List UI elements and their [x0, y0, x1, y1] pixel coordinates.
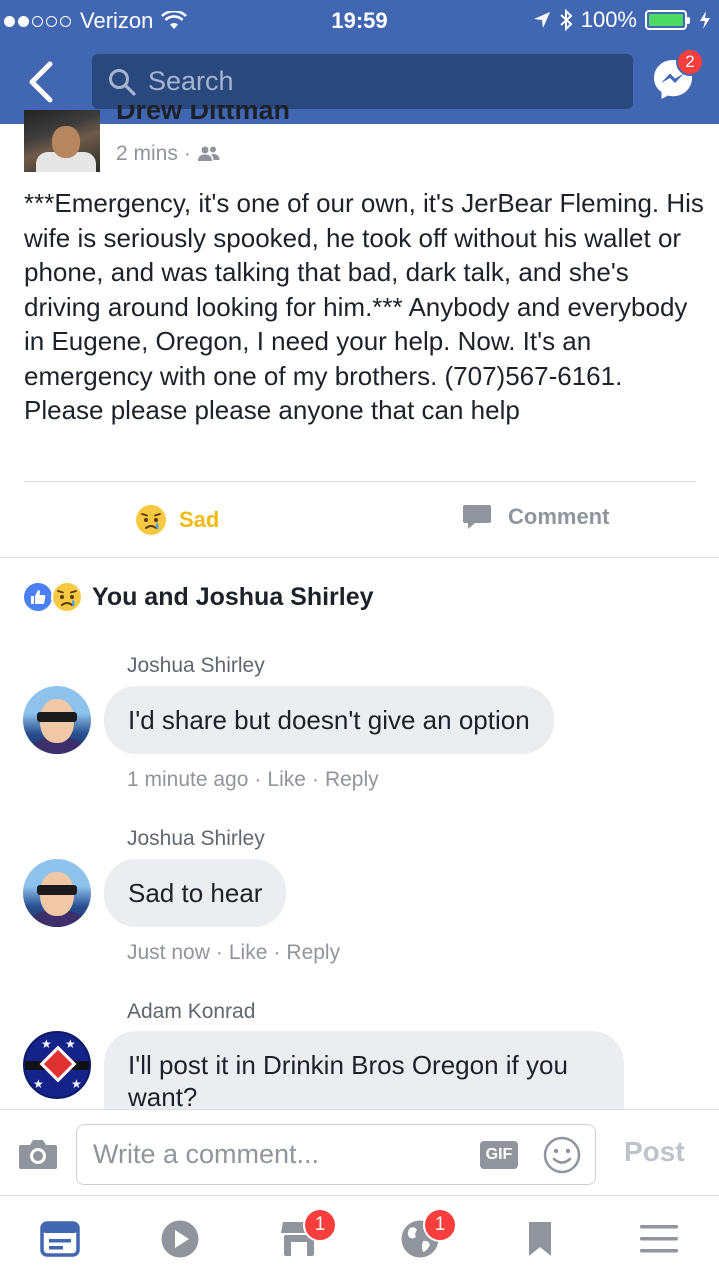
- reactions-names: You and Joshua Shirley: [92, 582, 374, 611]
- comment-button[interactable]: Comment: [462, 503, 609, 531]
- status-bar: Verizon 19:59 100%: [0, 0, 719, 40]
- location-arrow-icon: [533, 12, 550, 28]
- tab-video[interactable]: [157, 1216, 203, 1262]
- search-input[interactable]: Search: [92, 54, 633, 109]
- comment-author[interactable]: Joshua Shirley: [127, 827, 265, 851]
- divider: [0, 557, 719, 558]
- comment-like-link[interactable]: Like: [267, 768, 306, 792]
- post-comment-button[interactable]: Post: [624, 1136, 685, 1168]
- comment-meta: 1 minute ago · Like · Reply: [127, 768, 379, 792]
- comment-meta: Just now · Like · Reply: [127, 941, 340, 965]
- camera-button[interactable]: [18, 1138, 58, 1175]
- marketplace-badge: 1: [303, 1208, 337, 1242]
- friends-icon: [197, 146, 220, 161]
- commenter-avatar[interactable]: [23, 686, 91, 754]
- sticker-smiley-icon[interactable]: [542, 1135, 582, 1175]
- meta-separator: ·: [273, 941, 281, 964]
- meta-separator: ·: [254, 768, 262, 791]
- meta-separator: ·: [215, 941, 223, 964]
- back-icon: [29, 61, 53, 103]
- tab-menu[interactable]: [636, 1216, 682, 1262]
- battery-percent: 100%: [580, 7, 637, 32]
- comment-input[interactable]: Write a comment... GIF: [76, 1124, 596, 1185]
- notifications-badge: 1: [423, 1208, 457, 1242]
- divider: [24, 481, 696, 482]
- tab-saved[interactable]: [517, 1216, 563, 1262]
- status-right: 100%: [533, 7, 711, 33]
- comment-reply-link[interactable]: Reply: [286, 941, 340, 965]
- comment-like-link[interactable]: Like: [229, 941, 268, 965]
- search-placeholder: Search: [148, 66, 234, 96]
- comment-author[interactable]: Adam Konrad: [127, 1000, 255, 1024]
- tab-bar: 1 1: [0, 1196, 719, 1280]
- comment-bubble: Sad to hear: [104, 859, 287, 927]
- post-author-avatar[interactable]: [24, 110, 100, 172]
- post-meta: 2 mins ·: [116, 142, 221, 166]
- comment-bubble: I'd share but doesn't give an option: [104, 686, 554, 754]
- charging-bolt-icon: [700, 11, 710, 29]
- meta-separator: ·: [183, 142, 191, 165]
- tab-news-feed[interactable]: [37, 1216, 83, 1262]
- back-button[interactable]: [22, 60, 62, 104]
- video-play-icon: [161, 1220, 199, 1258]
- post-author-name[interactable]: Drew Dittman: [116, 105, 290, 125]
- comment-label: Comment: [508, 504, 610, 529]
- reactions-summary[interactable]: You and Joshua Shirley: [22, 580, 374, 614]
- sad-reaction-label: Sad: [179, 507, 220, 532]
- comment-placeholder: Write a comment...: [93, 1139, 320, 1169]
- comment-time[interactable]: 1 minute ago: [127, 768, 248, 792]
- post-time[interactable]: 2 mins: [116, 142, 178, 166]
- post-author-clip: Drew Dittman: [116, 105, 290, 125]
- battery-icon: [645, 10, 690, 30]
- post-body-text: ***Emergency, it's one of our own, it's …: [24, 188, 704, 425]
- commenter-avatar[interactable]: ★ ★ ★ ★: [23, 1031, 91, 1099]
- meta-separator: ·: [311, 768, 319, 791]
- navigation-header: Verizon 19:59 100% Search 2: [0, 0, 719, 124]
- sad-reaction-icon: [51, 581, 83, 613]
- search-icon: [109, 68, 136, 96]
- messenger-badge: 2: [676, 48, 704, 76]
- comment-reply-link[interactable]: Reply: [325, 768, 379, 792]
- bookmark-icon: [529, 1222, 551, 1256]
- news-feed-icon: [40, 1221, 80, 1257]
- comment-icon: [463, 505, 491, 529]
- hamburger-menu-icon: [640, 1225, 678, 1253]
- camera-icon: [19, 1140, 57, 1169]
- bluetooth-icon: [560, 9, 573, 31]
- gif-button[interactable]: GIF: [480, 1141, 518, 1169]
- sad-reaction-icon: [136, 505, 166, 535]
- comment-author[interactable]: Joshua Shirley: [127, 654, 265, 678]
- commenter-avatar[interactable]: [23, 859, 91, 927]
- sad-reaction-button[interactable]: Sad: [134, 503, 219, 537]
- comment-time[interactable]: Just now: [127, 941, 210, 965]
- comment-composer: Write a comment... GIF Post: [0, 1109, 719, 1196]
